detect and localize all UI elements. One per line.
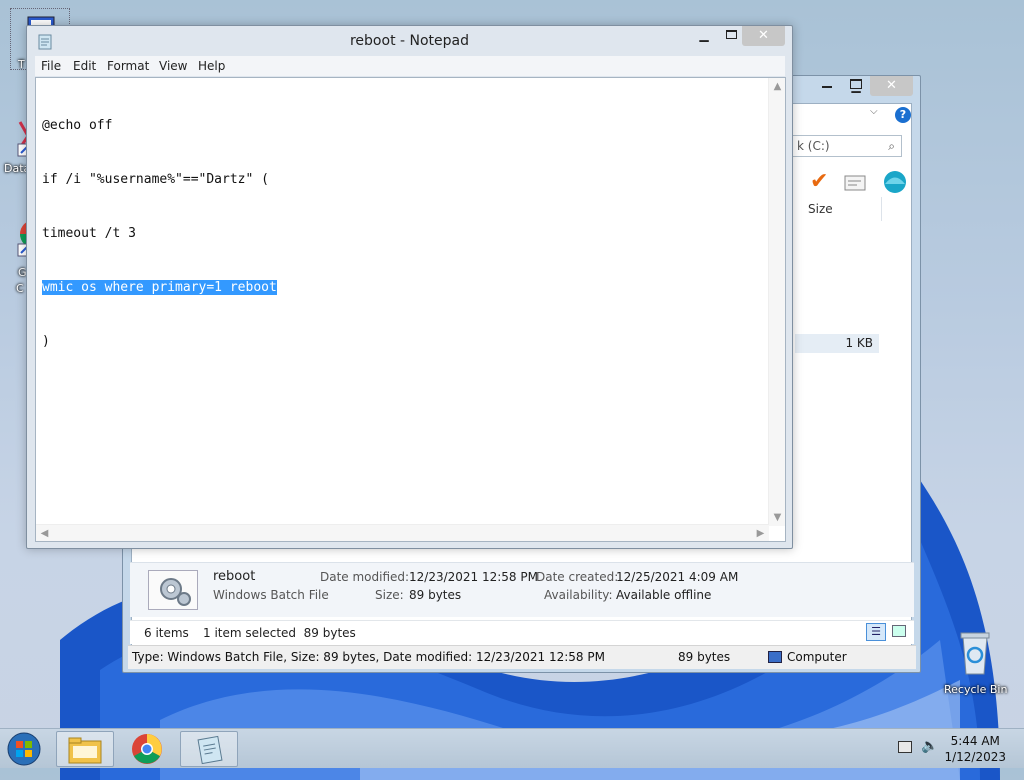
- recycle-bin-label: Recycle Bin: [944, 683, 1008, 696]
- explorer-status-bar: 6 items 1 item selected 89 bytes ☰: [130, 620, 914, 644]
- scroll-down-icon[interactable]: ▼: [769, 509, 786, 526]
- notepad-minimize-button[interactable]: ▁: [691, 26, 717, 46]
- notepad-menubar: File Edit Format View Help: [35, 56, 785, 76]
- chrome-icon: [132, 734, 162, 764]
- details-date-created-label: Date created:: [536, 570, 619, 584]
- batch-file-gear-icon: [160, 578, 191, 606]
- details-date-modified-label: Date modified:: [320, 570, 410, 584]
- taskbar-notepad[interactable]: [180, 731, 238, 767]
- explorer-maximize-glyph[interactable]: [850, 79, 862, 89]
- column-header-size[interactable]: Size: [800, 197, 882, 221]
- menu-edit[interactable]: Edit: [73, 56, 96, 76]
- text-line-4-wrap: wmic os where primary=1 reboot: [42, 279, 277, 297]
- status-location: Computer: [787, 650, 847, 664]
- folder-icon: [68, 737, 102, 764]
- desktop-label-1: T: [18, 58, 25, 71]
- help-icon[interactable]: ?: [895, 107, 911, 123]
- details-availability-label: Availability:: [544, 588, 613, 602]
- details-date-modified: 12/23/2021 12:58 PM: [409, 570, 538, 584]
- explorer-search-input[interactable]: k (C:) ⌕: [792, 135, 902, 157]
- desktop-icon-recycle-bin[interactable]: [955, 628, 995, 680]
- text-line-5: ): [42, 334, 50, 349]
- details-size-label: Size:: [375, 588, 404, 602]
- status-item-count: 6 items: [144, 626, 189, 640]
- taskbar: 🔈 5:44 AM 1/12/2023: [0, 728, 1024, 768]
- menu-format[interactable]: Format: [107, 56, 149, 76]
- recycle-bin-icon: [960, 632, 990, 675]
- text-line-2: if /i "%username%"=="Dartz" (: [42, 172, 269, 187]
- status-info: Type: Windows Batch File, Size: 89 bytes…: [132, 650, 605, 664]
- system-clock[interactable]: 5:44 AM 1/12/2023: [944, 733, 1006, 765]
- mail-icon[interactable]: [844, 175, 866, 191]
- selected-text: wmic os where primary=1 reboot: [42, 280, 277, 295]
- checkmark-icon[interactable]: ✔: [810, 169, 828, 194]
- details-file-type: Windows Batch File: [213, 588, 329, 602]
- maximize-icon: [725, 30, 737, 39]
- horizontal-scrollbar[interactable]: ◀ ▶: [36, 524, 769, 541]
- details-date-created: 12/25/2021 4:09 AM: [616, 570, 739, 584]
- notepad-icon: [197, 735, 223, 765]
- notepad-window[interactable]: reboot - Notepad ▁ ✕ File Edit Format Vi…: [26, 25, 793, 549]
- notepad-close-button[interactable]: ✕: [742, 26, 785, 46]
- search-icon: ⌕: [888, 139, 895, 153]
- clock-time: 5:44 AM: [950, 734, 1000, 748]
- vertical-scrollbar[interactable]: ▲ ▼: [768, 78, 785, 526]
- windows-orb-icon: [7, 732, 41, 766]
- scroll-right-icon[interactable]: ▶: [752, 525, 769, 542]
- taskbar-explorer[interactable]: [56, 731, 114, 767]
- file-thumbnail: [148, 570, 198, 610]
- text-line-3: timeout /t 3: [42, 226, 136, 241]
- file-row-size[interactable]: 1 KB: [795, 334, 879, 353]
- shell-icon[interactable]: [882, 169, 908, 195]
- computer-icon: [768, 651, 782, 663]
- explorer-toolbar: ✔: [792, 167, 914, 197]
- menu-file[interactable]: File: [41, 56, 61, 76]
- details-availability: Available offline: [616, 588, 712, 602]
- explorer-close-button[interactable]: ✕: [870, 76, 913, 96]
- scroll-left-icon[interactable]: ◀: [36, 525, 53, 542]
- details-view-icon[interactable]: ☰: [866, 623, 886, 641]
- status-size: 89 bytes: [678, 650, 731, 664]
- notepad-title: reboot - Notepad: [349, 33, 469, 49]
- volume-icon[interactable]: 🔈: [921, 738, 938, 754]
- text-content[interactable]: @echo off if /i "%username%"=="Dartz" ( …: [42, 81, 277, 387]
- notepad-maximize-button[interactable]: [718, 26, 744, 46]
- explorer-info-bar: Type: Windows Batch File, Size: 89 bytes…: [128, 645, 916, 669]
- preview-view-icon[interactable]: [892, 625, 906, 637]
- network-icon[interactable]: [898, 741, 912, 753]
- clock-date: 1/12/2023: [944, 750, 1006, 764]
- menu-help[interactable]: Help: [198, 56, 225, 76]
- status-selected: 1 item selected 89 bytes: [203, 626, 356, 640]
- menu-view[interactable]: View: [159, 56, 187, 76]
- start-button[interactable]: [6, 731, 44, 767]
- notepad-text-area[interactable]: @echo off if /i "%username%"=="Dartz" ( …: [35, 77, 786, 542]
- explorer-address-dropdown[interactable]: ⌵: [870, 106, 878, 117]
- search-placeholder: k (C:): [797, 139, 830, 153]
- scroll-up-icon[interactable]: ▲: [769, 78, 786, 95]
- taskbar-chrome[interactable]: [118, 731, 176, 767]
- details-file-name: reboot: [213, 569, 256, 584]
- desktop-label-c: C: [16, 282, 24, 295]
- explorer-minimize-glyph[interactable]: [822, 86, 832, 88]
- text-line-1: @echo off: [42, 118, 113, 133]
- details-size: 89 bytes: [409, 588, 462, 602]
